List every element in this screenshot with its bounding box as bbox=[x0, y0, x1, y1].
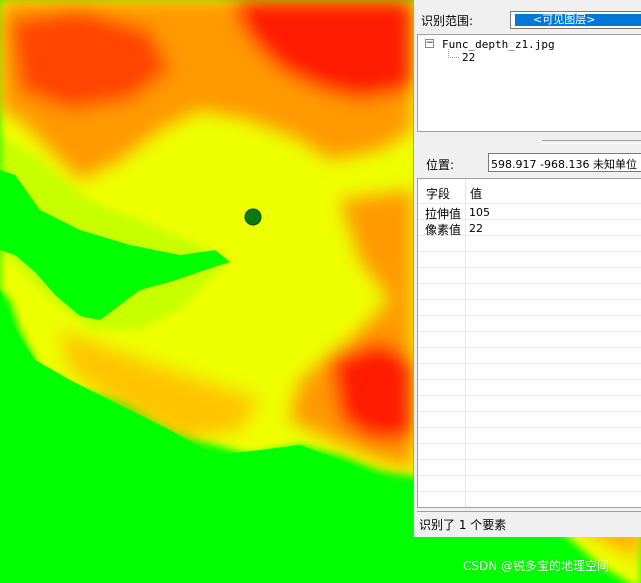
table-row-field[interactable]: 拉伸值 bbox=[425, 205, 461, 222]
watermark-text: CSDN @锐多宝的地理空间 bbox=[463, 559, 610, 573]
position-label: 位置: bbox=[426, 158, 455, 172]
table-gridline bbox=[418, 475, 641, 476]
panel-splitter[interactable] bbox=[417, 135, 641, 146]
identify-panel: 识别范围: <可见图层> − Func_depth_z1.jpg 22 位置: … bbox=[413, 0, 641, 537]
tree-branch-line bbox=[448, 49, 459, 58]
table-gridline bbox=[418, 299, 641, 300]
identify-range-label: 识别范围: bbox=[421, 14, 474, 28]
attribute-table[interactable]: 字段 值 拉伸值 105 像素值 22 bbox=[417, 178, 641, 508]
position-field[interactable]: 598.917 -968.136 未知单位 bbox=[488, 153, 641, 172]
table-gridline bbox=[418, 315, 641, 316]
table-gridline bbox=[418, 363, 641, 364]
column-header-value[interactable]: 值 bbox=[470, 185, 482, 202]
table-gridline bbox=[418, 203, 641, 204]
table-gridline bbox=[418, 491, 641, 492]
table-gridline bbox=[418, 427, 641, 428]
table-gridline bbox=[418, 251, 641, 252]
table-gridline bbox=[418, 267, 641, 268]
table-row-value[interactable]: 22 bbox=[469, 222, 483, 235]
tree-collapse-icon[interactable]: − bbox=[425, 39, 434, 48]
table-gridline bbox=[418, 347, 641, 348]
identify-location-marker bbox=[244, 208, 262, 226]
tree-node-feature[interactable]: 22 bbox=[462, 51, 475, 64]
table-row-value[interactable]: 105 bbox=[469, 206, 490, 219]
status-bar: 识别了 1 个要素 bbox=[417, 511, 641, 535]
table-gridline bbox=[418, 395, 641, 396]
column-separator bbox=[465, 179, 466, 507]
identify-results-tree[interactable]: − Func_depth_z1.jpg 22 bbox=[417, 34, 641, 132]
column-header-field[interactable]: 字段 bbox=[426, 185, 450, 202]
table-gridline bbox=[418, 379, 641, 380]
table-gridline bbox=[418, 443, 641, 444]
table-gridline bbox=[418, 283, 641, 284]
identify-range-dropdown[interactable]: <可见图层> bbox=[510, 11, 641, 29]
table-gridline bbox=[418, 331, 641, 332]
table-gridline bbox=[418, 459, 641, 460]
identify-range-selected-value[interactable]: <可见图层> bbox=[515, 14, 641, 26]
table-row-field[interactable]: 像素值 bbox=[425, 221, 461, 238]
table-gridline bbox=[418, 411, 641, 412]
table-gridline bbox=[418, 507, 641, 508]
